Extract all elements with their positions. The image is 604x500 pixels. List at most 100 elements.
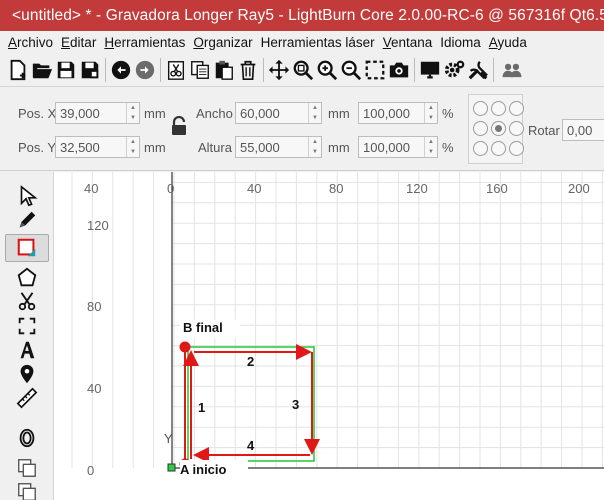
measure-icon[interactable] — [5, 386, 49, 410]
toolbar-separator — [105, 57, 106, 82]
monitor-icon[interactable] — [418, 57, 442, 83]
rectangle-icon[interactable] — [5, 234, 49, 262]
origin-marker — [167, 463, 176, 472]
zoom-frame-icon[interactable] — [363, 57, 387, 83]
zoom-in-icon[interactable] — [315, 57, 339, 83]
menu-archivo[interactable]: Archivo — [4, 35, 57, 50]
anchor-bottom-left[interactable] — [473, 141, 488, 156]
ruler-top-label: 160 — [486, 181, 508, 196]
scale-width-stepper[interactable]: ▲ ▼ — [424, 103, 437, 123]
pos-x-value: 39,000 — [60, 105, 100, 121]
lock-aspect-icon[interactable] — [170, 116, 188, 136]
pos-y-input[interactable]: 32,500 ▲ ▼ — [55, 136, 140, 158]
frame-icon[interactable] — [5, 314, 49, 338]
copy-icon[interactable] — [188, 57, 212, 83]
pos-y-label: Pos. Y — [18, 140, 57, 155]
canvas-drawing[interactable] — [54, 172, 604, 500]
undo-icon[interactable] — [109, 57, 133, 83]
main-toolbar — [0, 53, 604, 87]
toolbar-separator — [263, 57, 264, 82]
width-input[interactable]: 60,000 ▲ ▼ — [235, 102, 322, 124]
scale-height-stepper[interactable]: ▲ ▼ — [424, 137, 437, 157]
scissors-icon[interactable] — [5, 290, 49, 314]
height-input[interactable]: 55,000 ▲ ▼ — [235, 136, 322, 158]
anchor-middle-left[interactable] — [473, 121, 488, 136]
workspace-canvas[interactable]: 40 0 40 80 120 160 200 120 80 40 0 Y B f… — [54, 172, 604, 500]
width-label: Ancho — [196, 106, 233, 121]
cut-icon[interactable] — [164, 57, 188, 83]
ruler-top-label: 200 — [568, 181, 590, 196]
segment-label-2: 2 — [247, 354, 255, 369]
toolbar-separator — [414, 57, 415, 82]
pos-y-unit: mm — [144, 140, 166, 155]
scale-width-value: 100,000 — [363, 105, 410, 121]
offset-icon[interactable] — [5, 426, 49, 450]
segment-label-1: 1 — [198, 400, 206, 415]
anchor-center[interactable] — [491, 121, 506, 136]
camera-icon[interactable] — [387, 57, 411, 83]
pencil-icon[interactable] — [5, 208, 49, 232]
anchor-top-center[interactable] — [491, 101, 506, 116]
end-point-marker — [179, 341, 191, 353]
zoom-selection-icon[interactable] — [291, 57, 315, 83]
menu-editar[interactable]: Editar — [57, 35, 100, 50]
ruler-left-label: 40 — [87, 381, 102, 396]
new-file-icon[interactable] — [6, 57, 30, 83]
anchor-top-right[interactable] — [509, 101, 524, 116]
menu-ayuda[interactable]: Ayuda — [485, 35, 531, 50]
scale-width-input[interactable]: 100,000 ▲ ▼ — [358, 102, 438, 124]
pos-y-stepper[interactable]: ▲ ▼ — [126, 137, 139, 157]
anchor-bottom-center[interactable] — [491, 141, 506, 156]
save-as-icon[interactable] — [78, 57, 102, 83]
title-bar: <untitled> * - Gravadora Longer Ray5 - L… — [0, 0, 604, 31]
delete-icon[interactable] — [236, 57, 260, 83]
select-icon[interactable] — [5, 184, 49, 208]
settings-icon[interactable] — [442, 57, 466, 83]
height-label: Altura — [198, 140, 232, 155]
anchor-top-left[interactable] — [473, 101, 488, 116]
boolean-2-icon[interactable] — [5, 480, 49, 500]
ruler-top-label: 80 — [329, 181, 344, 196]
tools-icon[interactable] — [466, 57, 490, 83]
boolean-icon[interactable] — [5, 456, 49, 480]
zoom-out-icon[interactable] — [339, 57, 363, 83]
ruler-left-label: 80 — [87, 299, 102, 314]
rotate-value: 0,00 — [567, 122, 593, 138]
rotate-input[interactable]: 0,00 — [562, 119, 604, 141]
height-stepper[interactable]: ▲ ▼ — [308, 137, 321, 157]
ruler-top-label: 0 — [167, 181, 175, 196]
menu-ventana[interactable]: Ventana — [379, 35, 437, 50]
pos-x-input[interactable]: 39,000 ▲ ▼ — [55, 102, 140, 124]
anchor-bottom-right[interactable] — [509, 141, 524, 156]
height-value: 55,000 — [240, 139, 280, 155]
save-icon[interactable] — [54, 57, 78, 83]
redo-icon[interactable] — [133, 57, 157, 83]
menu-idioma[interactable]: Idioma — [436, 35, 485, 50]
anchor-middle-right[interactable] — [509, 121, 524, 136]
tools-panel — [0, 172, 54, 500]
rotate-label: Rotar — [528, 123, 560, 138]
paste-icon[interactable] — [212, 57, 236, 83]
users-icon[interactable] — [497, 57, 527, 83]
position-pin-icon[interactable] — [5, 362, 49, 386]
menu-organizar[interactable]: Organizar — [189, 35, 256, 50]
toolbar-separator — [493, 57, 494, 82]
move-icon[interactable] — [267, 57, 291, 83]
ruler-left-label: 120 — [87, 218, 109, 233]
width-value: 60,000 — [240, 105, 280, 121]
toolbar-separator — [160, 57, 161, 82]
pos-x-unit: mm — [144, 106, 166, 121]
scale-height-input[interactable]: 100,000 ▲ ▼ — [358, 136, 438, 158]
menu-herramientas-laser[interactable]: Herramientas láser — [257, 35, 379, 50]
ruler-top-label: 120 — [406, 181, 428, 196]
menu-herramientas[interactable]: Herramientas — [100, 35, 189, 50]
window-title: <untitled> * - Gravadora Longer Ray5 - L… — [12, 6, 604, 24]
start-label: A inicio — [180, 462, 227, 477]
segment-label-4: 4 — [247, 438, 255, 453]
width-stepper[interactable]: ▲ ▼ — [308, 103, 321, 123]
open-folder-icon[interactable] — [30, 57, 54, 83]
text-icon[interactable] — [5, 338, 49, 362]
y-axis-label: Y — [164, 431, 173, 446]
polygon-icon[interactable] — [5, 266, 49, 290]
pos-x-stepper[interactable]: ▲ ▼ — [126, 103, 139, 123]
